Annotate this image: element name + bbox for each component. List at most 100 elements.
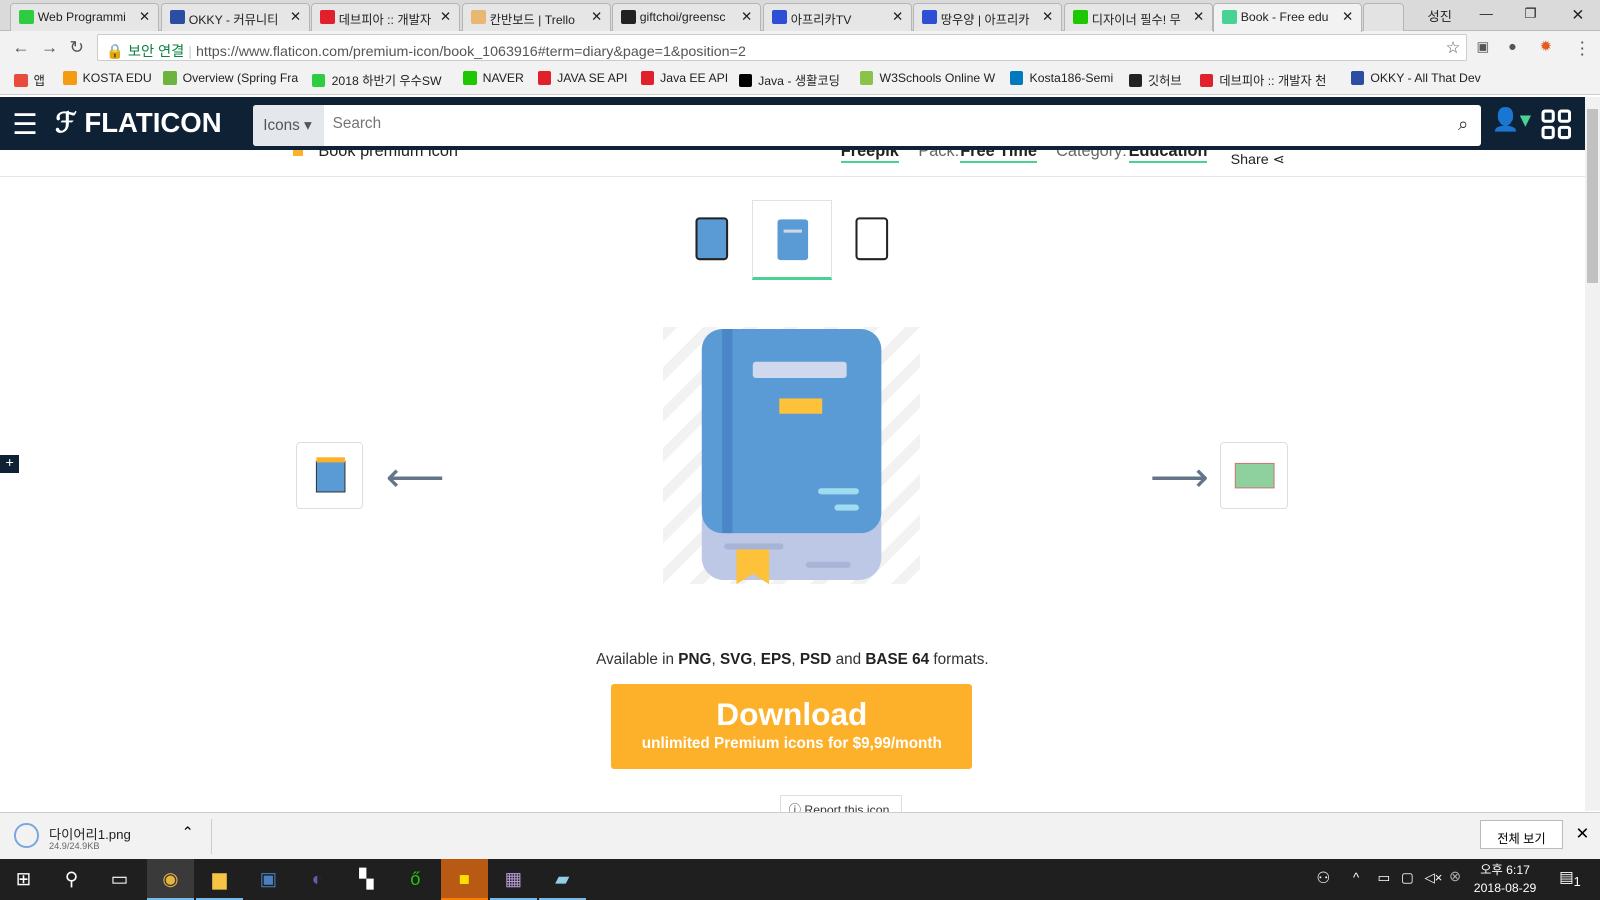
extension-spy-icon[interactable]: ● (1508, 39, 1517, 55)
show-all-button[interactable]: 전체 보기 (1479, 820, 1564, 849)
battery-icon[interactable]: ▭ (1378, 870, 1391, 886)
close-tab-icon[interactable]: ✕ (892, 9, 903, 25)
next-icon-thumbnail[interactable] (1220, 441, 1288, 510)
hamburger-menu-icon[interactable]: ☰ (12, 107, 38, 142)
close-shelf-icon[interactable]: ✕ (1575, 824, 1589, 844)
close-tab-icon[interactable]: ✕ (1342, 9, 1353, 25)
previous-icon-thumbnail[interactable] (295, 441, 364, 510)
bookmark[interactable]: 2018 하반기 우수SW (312, 71, 442, 89)
green-app-icon[interactable]: ő (392, 859, 439, 900)
bookmark[interactable]: Java - 생활코딩 (738, 71, 840, 89)
search-type-select[interactable]: Icons ▾ (253, 105, 325, 146)
close-tab-icon[interactable]: ✕ (440, 9, 451, 25)
search-icon[interactable]: ⌕ (1458, 113, 1468, 135)
share-button[interactable]: Share ⋖ (1231, 152, 1285, 168)
variant-flat-selected[interactable] (752, 199, 832, 280)
browser-tab[interactable]: 아프리카TV ✕ (763, 3, 913, 31)
forward-icon[interactable]: → (41, 37, 58, 58)
bookmark[interactable]: W3Schools Online W (860, 71, 995, 86)
variant-outline[interactable] (832, 200, 912, 280)
bookmark-label: 깃허브 (1147, 74, 1182, 89)
tab-favicon-icon (1222, 10, 1237, 25)
windows-start-icon[interactable]: ⊞ (0, 859, 47, 900)
brand-name: FLATICON (84, 107, 222, 139)
browser-tab[interactable]: 디자이너 필수! 무 ✕ (1064, 3, 1214, 31)
menu-icon[interactable]: ⋮ (1573, 38, 1590, 59)
author-link[interactable]: Freepik (840, 150, 899, 163)
bookmark[interactable]: OKKY - All That Dev (1351, 71, 1481, 86)
side-plus-button[interactable]: + (0, 455, 20, 474)
network-icon[interactable]: ▢ (1401, 870, 1414, 886)
variant-lineal-color[interactable] (672, 200, 752, 280)
browser-tab[interactable]: 칸반보드 | Trello ✕ (462, 3, 612, 31)
avail-prefix: Available in (596, 651, 675, 668)
windows-app-icon[interactable]: ▚ (343, 859, 390, 900)
user-account-icon[interactable]: 👤▾ (1492, 107, 1531, 133)
tray-close-icon[interactable]: ⊗ (1449, 869, 1461, 885)
tab-favicon-icon (772, 10, 787, 25)
close-tab-icon[interactable]: ✕ (139, 9, 150, 25)
bookmark[interactable]: JAVA SE API (537, 71, 627, 86)
volume-muted-icon[interactable]: ◁× (1424, 870, 1442, 886)
file-explorer-icon[interactable]: ▆ (195, 859, 243, 900)
browser-tab[interactable]: 땅우양 | 아프리카 ✕ (913, 3, 1063, 31)
chevron-up-icon[interactable]: ⌃ (182, 825, 194, 841)
sql-app-icon[interactable]: ▣ (245, 859, 292, 900)
download-button[interactable]: Download unlimited Premium icons for $9,… (611, 683, 973, 770)
close-window-button[interactable]: ✕ (1571, 6, 1584, 25)
next-arrow-icon[interactable]: ⟶ (1150, 453, 1209, 501)
search-type-label: Icons (263, 117, 300, 135)
tab-favicon-icon (1073, 10, 1088, 25)
profile-name[interactable]: 성진 (1428, 6, 1452, 25)
browser-tab[interactable]: 데브피아 :: 개발자 ✕ (311, 3, 461, 31)
bookmark[interactable]: 데브피아 :: 개발자 천 (1199, 71, 1326, 89)
reload-icon[interactable]: ↻ (69, 37, 84, 58)
browser-tab[interactable]: OKKY - 커뮤니티 ✕ (161, 3, 311, 31)
search-input[interactable] (332, 115, 1435, 134)
bookmark[interactable]: NAVER (463, 71, 524, 86)
close-tab-icon[interactable]: ✕ (290, 9, 301, 25)
game-app-icon[interactable]: ▦ (489, 859, 537, 900)
close-tab-icon[interactable]: ✕ (1193, 9, 1204, 25)
notepad-app-icon[interactable]: ▰ (538, 859, 586, 900)
people-icon[interactable]: ⚇ (1316, 869, 1330, 888)
browser-tab[interactable]: Web Programmi ✕ (10, 3, 160, 31)
search-taskbar-icon[interactable]: ⚲ (48, 859, 95, 900)
eclipse-icon[interactable]: ◐ (294, 859, 341, 900)
apps-grid-icon[interactable] (1541, 109, 1572, 140)
browser-tab[interactable]: giftchoi/greensc ✕ (612, 3, 762, 31)
browser-tab[interactable]: Book - Free edu ✕ (1213, 3, 1363, 32)
tray-expand-icon[interactable]: ^ (1353, 870, 1359, 885)
bookmark-favicon-icon (537, 71, 551, 85)
bookmark[interactable]: KOSTA EDU (63, 71, 152, 86)
bookmark-favicon-icon (63, 71, 77, 85)
clock[interactable]: 오후 6:17 2018-08-29 (1469, 862, 1540, 897)
restore-button[interactable]: ❐ (1524, 6, 1536, 22)
category-link[interactable]: Education (1128, 150, 1208, 163)
chrome-icon[interactable]: ◉ (146, 859, 194, 900)
star-icon[interactable]: ☆ (1446, 38, 1461, 58)
bookmark[interactable]: Java EE API (640, 71, 728, 86)
task-view-icon[interactable]: ▭ (96, 859, 143, 900)
bookmark[interactable]: 앱 (14, 71, 45, 89)
close-tab-icon[interactable]: ✕ (591, 9, 602, 25)
previous-arrow-icon[interactable]: ⟵ (386, 453, 445, 501)
notifications-icon[interactable]: ▤1 (1559, 868, 1581, 889)
tab-favicon-icon (19, 10, 34, 25)
extension-jb-icon[interactable]: ▣ (1477, 39, 1490, 55)
page-scrollbar[interactable] (1584, 96, 1600, 812)
bookmark[interactable]: Overview (Spring Fra (163, 71, 298, 86)
kakaotalk-icon[interactable]: ■ (440, 859, 488, 900)
close-tab-icon[interactable]: ✕ (741, 9, 752, 25)
back-icon[interactable]: ← (12, 37, 29, 58)
new-tab-button[interactable] (1363, 3, 1405, 31)
flaticon-logo[interactable]: ℱ FLATICON (55, 107, 222, 139)
pack-link[interactable]: Free Time (960, 150, 1037, 163)
bookmark[interactable]: Kosta186-Semi (1010, 71, 1113, 86)
bookmark[interactable]: 깃허브 (1128, 71, 1182, 89)
url-field[interactable]: 🔒 보안 연결 | https://www.flaticon.com/premi… (96, 33, 1468, 62)
date: 2018-08-29 (1473, 880, 1537, 895)
extension-bug-icon[interactable]: ✹ (1540, 39, 1552, 55)
close-tab-icon[interactable]: ✕ (1042, 9, 1053, 25)
minimize-button[interactable]: — (1480, 6, 1493, 21)
